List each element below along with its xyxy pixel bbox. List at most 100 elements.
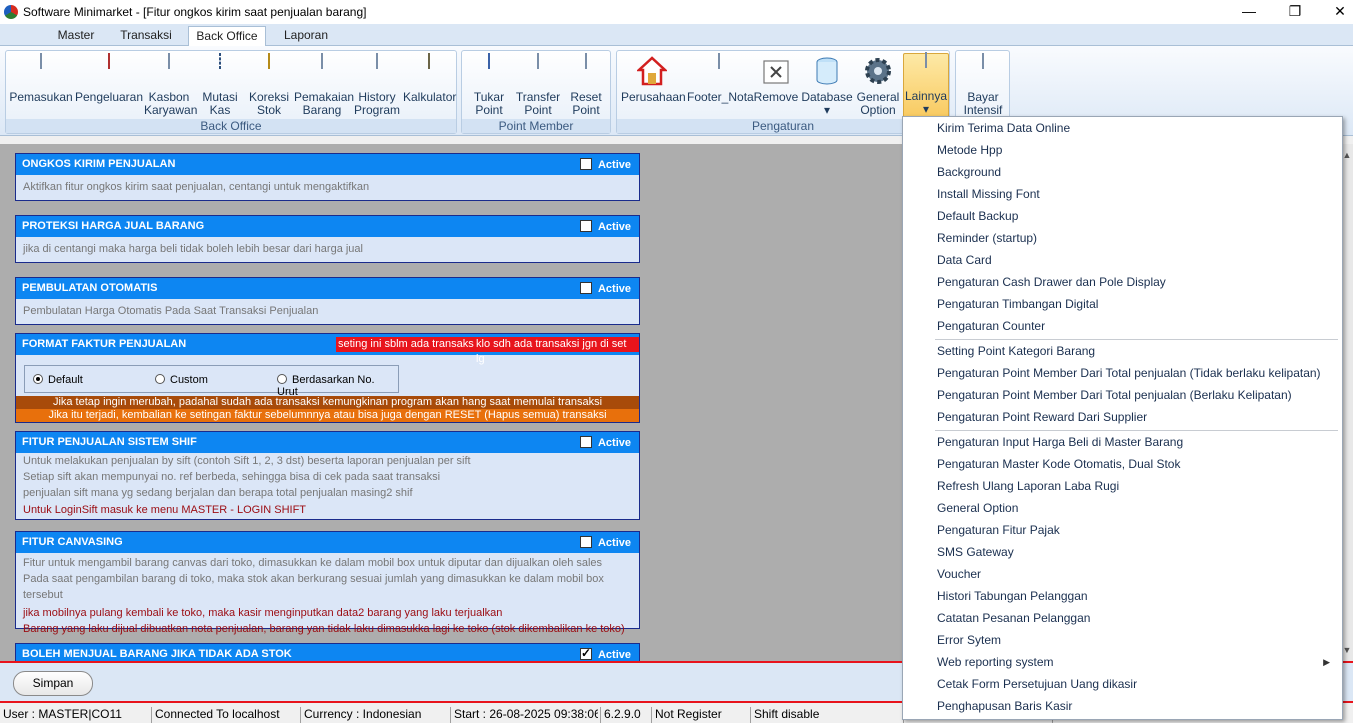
pemasukan-button[interactable]: Pemasukan: [8, 53, 74, 119]
kasbon-karyawan-button[interactable]: Kasbon Karyawan: [144, 53, 197, 119]
status-shift: Shift disable: [750, 707, 902, 723]
window-title: Software Minimarket - [Fitur ongkos kiri…: [23, 5, 367, 19]
menu-item[interactable]: Pengaturan Timbangan Digital: [937, 293, 1337, 315]
panel-pembulatan: PEMBULATAN OTOMATIS Active Pembulatan Ha…: [15, 277, 640, 325]
menu-item[interactable]: Cetak Form Persetujuan Uang dikasir: [937, 673, 1337, 695]
proteksi-active-checkbox[interactable]: Active: [579, 220, 631, 234]
panel-faktur: FORMAT FAKTUR PENJUALAN seting ini sblm …: [15, 333, 640, 423]
menu-item[interactable]: Histori Tabungan Pelanggan: [937, 585, 1337, 607]
save-button[interactable]: Simpan: [13, 671, 93, 696]
pembulatan-active-checkbox[interactable]: Active: [579, 282, 631, 296]
menu-item[interactable]: Error Sytem: [937, 629, 1337, 651]
history-program-button[interactable]: History Program: [352, 53, 402, 119]
canvasing-active-checkbox[interactable]: Active: [579, 536, 631, 550]
radio-custom[interactable]: Custom: [155, 374, 208, 386]
reset-point-button[interactable]: Reset Point: [564, 53, 608, 119]
ongkir-active-checkbox[interactable]: Active: [579, 158, 631, 172]
menu-item[interactable]: Pengaturan Point Member Dari Total penju…: [937, 384, 1337, 406]
minimize-button[interactable]: —: [1229, 2, 1269, 22]
menu-item[interactable]: Kirim Terima Data Online: [937, 117, 1337, 139]
desc-red-line: Untuk LoginSift masuk ke menu MASTER - L…: [23, 504, 307, 516]
calculator-icon: [414, 53, 444, 87]
faktur-warning-1: seting ini sblm ada transaksi: [336, 337, 479, 352]
tab-transaksi[interactable]: Transaksi: [116, 26, 176, 46]
desc-red-line: jika mobilnya pulang kembali ke toko, ma…: [23, 607, 503, 619]
shif-active-checkbox[interactable]: Active: [579, 436, 631, 450]
remove-button[interactable]: Remove: [753, 55, 799, 119]
desc-line: Fitur untuk mengambil barang canvas dari…: [23, 557, 603, 569]
menu-item[interactable]: Pengaturan Counter: [937, 315, 1337, 337]
koreksi-stok-button[interactable]: Koreksi Stok: [246, 53, 292, 119]
transfer-list-icon: [523, 53, 553, 87]
menu-item[interactable]: Install Missing Font: [937, 183, 1337, 205]
ribbon-tabs: Master Transaksi Back Office Laporan: [0, 24, 1353, 47]
usage-form-icon: [307, 53, 337, 87]
blank-page-icon: [362, 53, 392, 87]
transfer-grid-icon: [205, 53, 235, 87]
menu-item[interactable]: Background: [937, 161, 1337, 183]
menu-item[interactable]: Pengaturan Master Kode Otomatis, Dual St…: [937, 453, 1337, 475]
close-button[interactable]: ✕: [1320, 2, 1353, 22]
tab-back-office[interactable]: Back Office: [188, 26, 266, 47]
menu-item[interactable]: Reminder (startup): [937, 227, 1337, 249]
menu-item[interactable]: Pengaturan Fitur Pajak: [937, 519, 1337, 541]
menu-item[interactable]: Voucher: [937, 563, 1337, 585]
kalkulator-button[interactable]: Kalkulator: [403, 53, 456, 119]
panel-title: FITUR CANVASING: [22, 536, 123, 548]
desc-line: Setiap sift akan mempunyai no. ref berbe…: [23, 471, 441, 483]
menu-item[interactable]: General Option: [937, 497, 1337, 519]
chevron-down-icon: ▾: [922, 102, 930, 116]
desc-red-line: Barang yang laku dijual dibuatkan nota p…: [23, 623, 625, 635]
edit-document-icon: [571, 53, 601, 87]
general-option-button[interactable]: General Option: [855, 55, 901, 119]
menu-item[interactable]: Refresh Ulang Laporan Laba Rugi: [937, 475, 1337, 497]
menu-item[interactable]: Pengaturan Point Member Dari Total penju…: [937, 362, 1337, 384]
faktur-format-options: Default Custom Berdasarkan No. Urut: [24, 365, 399, 398]
panel-shif: FITUR PENJUALAN SISTEM SHIF Active Untuk…: [15, 431, 640, 520]
stok-active-checkbox[interactable]: Active: [579, 646, 631, 662]
pengeluaran-button[interactable]: Pengeluaran: [74, 53, 144, 119]
radio-no-urut[interactable]: Berdasarkan No. Urut: [277, 374, 398, 398]
perusahaan-button[interactable]: Perusahaan: [621, 55, 686, 119]
menu-item[interactable]: Metode Hpp: [937, 139, 1337, 161]
group-label-pengaturan: Pengaturan: [617, 119, 949, 133]
footer-nota-button[interactable]: Footer_Nota: [687, 53, 754, 119]
menu-item[interactable]: Pengaturan Cash Drawer dan Pole Display: [937, 271, 1337, 293]
menu-item[interactable]: Setting Point Kategori Barang: [937, 340, 1337, 362]
panel-desc: Aktifkan fitur ongkos kirim saat penjual…: [23, 181, 370, 193]
panel-desc: Pembulatan Harga Otomatis Pada Saat Tran…: [23, 305, 319, 317]
menu-item-web-reporting[interactable]: Web reporting system: [937, 651, 1337, 673]
tab-laporan[interactable]: Laporan: [278, 26, 334, 46]
bayar-intensif-button[interactable]: Bayar Intensif: [959, 53, 1007, 119]
restore-button[interactable]: ❐: [1275, 2, 1315, 22]
mutasi-kas-button[interactable]: Mutasi Kas: [198, 53, 242, 119]
panel-ongkir: ONGKOS KIRIM PENJUALAN Active Aktifkan f…: [15, 153, 640, 201]
menu-item[interactable]: Catatan Pesanan Pelanggan: [937, 607, 1337, 629]
menu-item[interactable]: Data Card: [937, 249, 1337, 271]
menu-item[interactable]: SMS Gateway: [937, 541, 1337, 563]
panel-desc: Fitur untuk mengambil barang canvas dari…: [16, 553, 639, 641]
database-button[interactable]: Database ▾: [801, 55, 853, 119]
gear-icon: [863, 55, 893, 87]
group-point-member: Tukar Point Transfer Point Reset Point P…: [461, 50, 611, 134]
radio-default[interactable]: Default: [33, 374, 83, 386]
menu-item[interactable]: Pengaturan Point Reward Dari Supplier: [937, 406, 1337, 428]
lainnya-button[interactable]: Lainnya ▾: [903, 52, 949, 123]
copy-documents-icon: [911, 52, 941, 86]
menu-item[interactable]: Pengaturan Input Harga Beli di Master Ba…: [937, 431, 1337, 453]
transfer-point-button[interactable]: Transfer Point: [514, 53, 562, 119]
pemakaian-barang-button[interactable]: Pemakaian Barang: [294, 53, 354, 119]
income-icon: [26, 53, 56, 87]
faktur-note-1: Jika tetap ingin merubah, padahal sudah …: [16, 396, 639, 409]
menu-item[interactable]: Penghapusan Baris Kasir: [937, 695, 1337, 717]
tukar-point-button[interactable]: Tukar Point: [466, 53, 512, 119]
expense-icon: [94, 53, 124, 87]
tab-master[interactable]: Master: [48, 26, 104, 46]
group-label-point-member: Point Member: [462, 119, 610, 133]
payment-icon: [968, 53, 998, 87]
desc-line: penjualan sift mana yg sedang berjalan d…: [23, 487, 413, 499]
menu-item[interactable]: Default Backup: [937, 205, 1337, 227]
panel-desc: jika di centangi maka harga beli tidak b…: [23, 243, 363, 255]
desc-line: Pada saat pengambilan barang di toko, ma…: [23, 573, 604, 601]
panel-title: BOLEH MENJUAL BARANG JIKA TIDAK ADA STOK: [22, 648, 292, 660]
